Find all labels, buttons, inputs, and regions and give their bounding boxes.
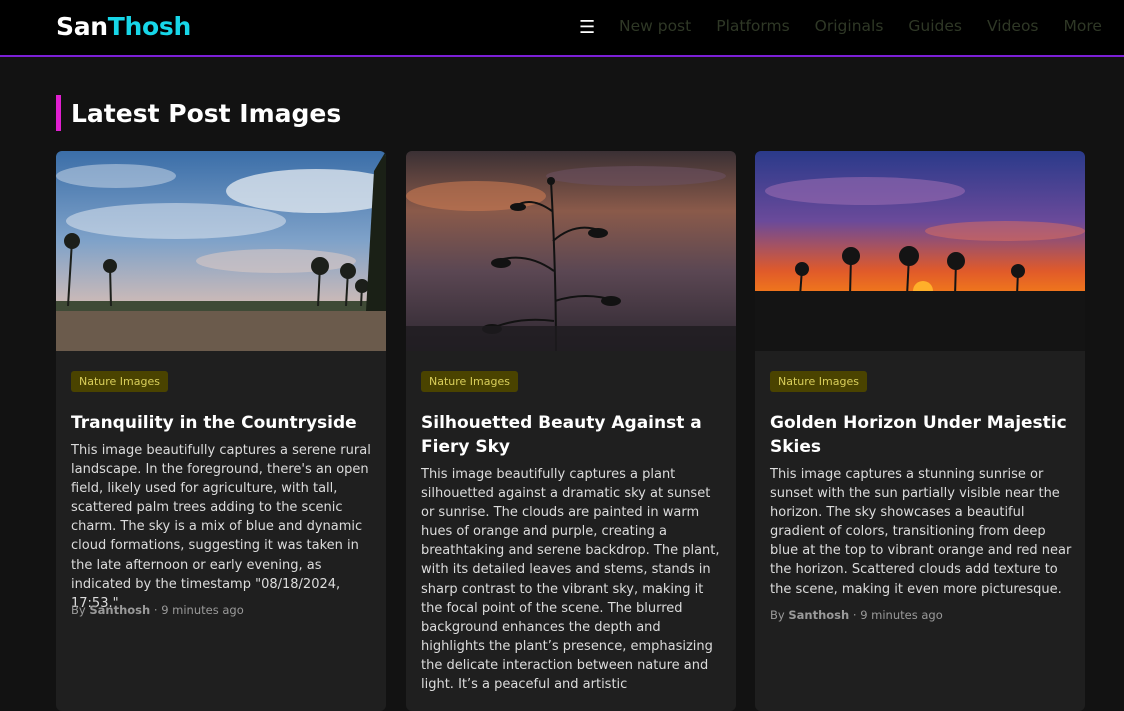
- logo-text-thosh: Thosh: [107, 12, 192, 41]
- post-title[interactable]: Golden Horizon Under Majestic Skies: [770, 411, 1075, 459]
- category-badge[interactable]: Nature Images: [71, 371, 168, 392]
- site-logo[interactable]: SanThosh: [56, 12, 191, 41]
- nav-new-post[interactable]: New post: [619, 17, 691, 35]
- post-meta: By Santhosh · 9 minutes ago: [770, 608, 943, 622]
- post-image-countryside[interactable]: [56, 151, 386, 351]
- post-card[interactable]: Nature Images Tranquility in the Country…: [56, 151, 386, 711]
- post-title[interactable]: Tranquility in the Countryside: [71, 411, 376, 435]
- post-description: This image beautifully captures a serene…: [71, 443, 371, 611]
- post-meta: By Santhosh · 9 minutes ago: [71, 603, 244, 617]
- main-nav: New post Platforms Originals Guides Vide…: [619, 17, 1124, 35]
- post-card[interactable]: Nature Images Silhouetted Beauty Against…: [406, 151, 736, 711]
- author-name[interactable]: Santhosh: [788, 608, 849, 622]
- post-time: 9 minutes ago: [860, 608, 943, 622]
- post-image-silhouette[interactable]: [406, 151, 736, 351]
- nav-guides[interactable]: Guides: [908, 17, 962, 35]
- nav-originals[interactable]: Originals: [815, 17, 884, 35]
- post-image-sunset[interactable]: [755, 151, 1085, 351]
- section-title: Latest Post Images: [56, 95, 341, 131]
- author-name[interactable]: Santhosh: [89, 603, 150, 617]
- category-badge[interactable]: Nature Images: [421, 371, 518, 392]
- nav-videos[interactable]: Videos: [987, 17, 1039, 35]
- post-description: This image beautifully captures a plant …: [421, 467, 720, 693]
- logo-text-san: San: [56, 12, 108, 41]
- post-title[interactable]: Silhouetted Beauty Against a Fiery Sky: [421, 411, 726, 459]
- category-badge[interactable]: Nature Images: [770, 371, 867, 392]
- top-navbar: SanThosh ☰ New post Platforms Originals …: [0, 0, 1124, 57]
- by-label: By: [71, 603, 86, 617]
- by-label: By: [770, 608, 785, 622]
- hamburger-menu-icon[interactable]: ☰: [579, 17, 595, 38]
- post-description: This image captures a stunning sunrise o…: [770, 467, 1072, 597]
- post-time: 9 minutes ago: [161, 603, 244, 617]
- post-card[interactable]: Nature Images Golden Horizon Under Majes…: [755, 151, 1085, 711]
- nav-platforms[interactable]: Platforms: [716, 17, 789, 35]
- nav-more[interactable]: More: [1064, 17, 1102, 35]
